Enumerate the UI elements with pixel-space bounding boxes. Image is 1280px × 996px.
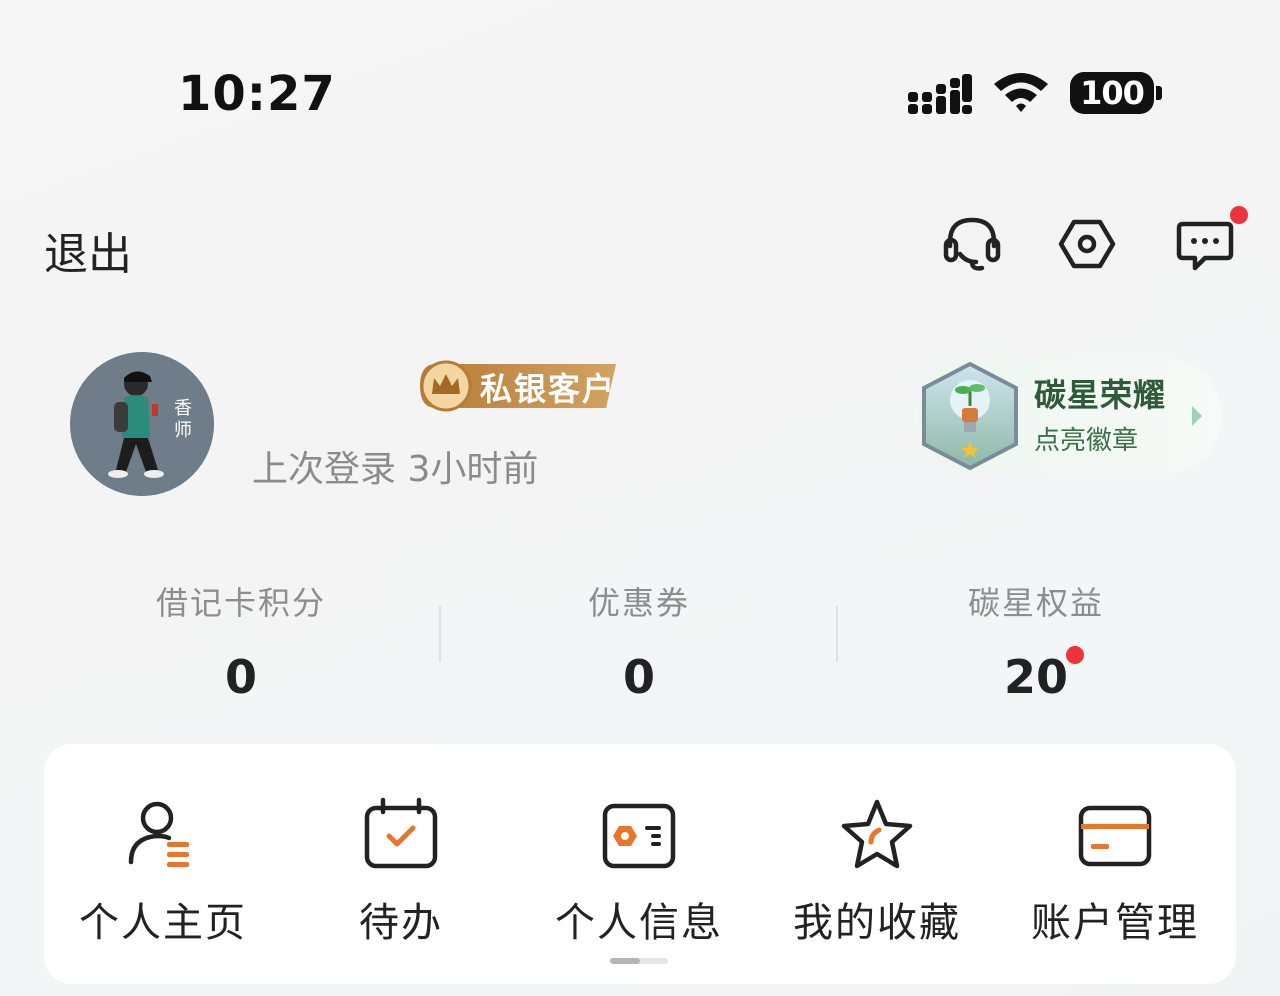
shortcut-label: 个人信息	[555, 900, 723, 946]
wifi-icon	[994, 73, 1048, 112]
stat-coupons[interactable]: 优惠券 0	[489, 578, 789, 704]
notification-dot	[1230, 206, 1248, 224]
shortcut-label: 个人主页	[79, 900, 247, 946]
chevron-right-icon	[1192, 406, 1202, 426]
shortcut-account-management[interactable]: 账户管理	[996, 796, 1234, 948]
avatar-caption: 香师	[174, 398, 192, 441]
last-login-text: 上次登录 3小时前	[252, 449, 539, 490]
shortcut-label: 账户管理	[1031, 900, 1199, 946]
honor-subtitle: 点亮徽章	[1034, 426, 1139, 456]
shortcut-favorites[interactable]: 我的收藏	[758, 796, 996, 948]
stat-label: 碳星权益	[967, 584, 1104, 622]
battery-tip	[1156, 86, 1162, 100]
status-time: 10:27	[178, 66, 336, 122]
shortcut-label: 待办	[359, 900, 443, 946]
stat-label: 借记卡积分	[155, 584, 326, 622]
profile-icon	[128, 801, 189, 867]
message-icon[interactable]	[1175, 214, 1235, 274]
shortcut-label: 我的收藏	[793, 900, 961, 946]
stat-divider	[836, 606, 838, 662]
stat-value: 0	[622, 650, 655, 704]
plant-badge-icon	[922, 361, 1018, 471]
vip-badge-label: 私银客户	[480, 370, 617, 408]
benefits-notification-dot	[1066, 646, 1084, 664]
stat-label: 优惠券	[587, 584, 690, 622]
shortcut-profile[interactable]: 个人主页	[44, 796, 282, 948]
shortcut-personal-info[interactable]: 个人信息	[520, 796, 758, 948]
calendar-check-icon	[364, 797, 438, 869]
stat-divider	[439, 606, 441, 662]
settings-icon[interactable]	[1057, 214, 1117, 274]
shortcut-todo[interactable]: 待办	[282, 796, 520, 948]
stat-value: 0	[224, 650, 257, 704]
id-card-icon	[602, 803, 676, 869]
card-icon	[1078, 805, 1152, 867]
stat-carbon-benefits[interactable]: 碳星权益 20	[886, 578, 1186, 704]
page-indicator-active	[610, 958, 640, 964]
star-icon	[841, 799, 913, 869]
cellular-signal-icon	[908, 74, 972, 114]
logout-button[interactable]: 退出	[44, 218, 132, 282]
honor-title: 碳星荣耀	[1034, 376, 1167, 414]
headset-icon[interactable]	[942, 214, 1002, 274]
stat-debit-points[interactable]: 借记卡积分 0	[91, 578, 391, 704]
battery-indicator: 100	[1070, 72, 1154, 114]
stat-value: 20	[1003, 650, 1068, 704]
